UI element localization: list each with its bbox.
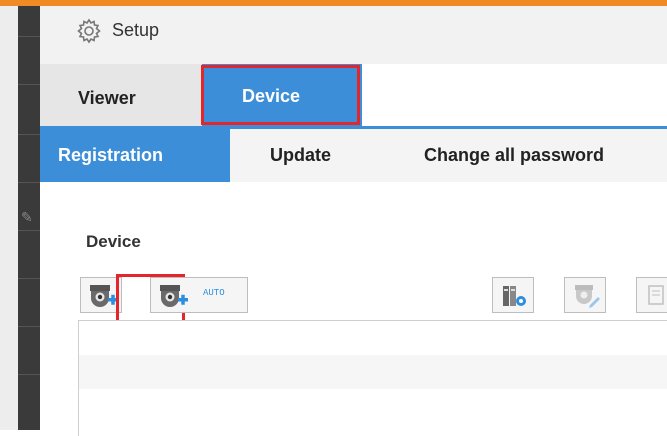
list-item[interactable] <box>79 389 667 423</box>
main-tab-bar: Viewer Device <box>40 64 667 130</box>
tab-device-label: Device <box>242 86 301 106</box>
camera-auto-add-icon <box>160 285 188 307</box>
device-settings-button[interactable] <box>492 277 534 313</box>
tab-registration[interactable]: Registration <box>40 129 230 182</box>
setup-header: Setup <box>40 6 667 64</box>
device-settings-icon <box>503 286 526 306</box>
pen-icon[interactable]: ✎ <box>21 209 37 233</box>
tab-update[interactable]: Update <box>230 129 370 182</box>
document-icon <box>648 285 664 305</box>
gear-icon <box>77 18 101 44</box>
tab-viewer[interactable]: Viewer <box>40 64 202 130</box>
auto-label: AUTO <box>203 288 225 298</box>
tab-registration-label: Registration <box>58 145 164 165</box>
left-sidebar: ✎ <box>18 6 40 430</box>
tab-change-all-password-label: Change all password <box>424 145 605 165</box>
device-section-title: Device <box>86 232 141 251</box>
list-item[interactable] <box>79 321 667 355</box>
camera-add-icon <box>90 285 118 307</box>
left-edge <box>0 6 18 430</box>
camera-edit-icon <box>575 285 600 308</box>
tab-change-all-password[interactable]: Change all password <box>370 129 667 182</box>
edit-device-button[interactable] <box>564 277 606 313</box>
tab-viewer-label: Viewer <box>78 88 136 108</box>
tab-device[interactable]: Device <box>202 64 362 130</box>
auto-add-device-button[interactable]: AUTO <box>150 277 248 313</box>
setup-title: Setup <box>112 20 160 40</box>
add-device-button[interactable] <box>80 277 122 313</box>
device-list[interactable] <box>78 320 667 436</box>
sub-tab-bar: Registration Update Change all password <box>40 126 667 182</box>
setup-panel: Setup Viewer Device Registration Update … <box>40 6 667 436</box>
list-item[interactable] <box>79 355 667 389</box>
more-toolbar-button[interactable] <box>636 277 667 313</box>
tab-update-label: Update <box>270 145 332 165</box>
